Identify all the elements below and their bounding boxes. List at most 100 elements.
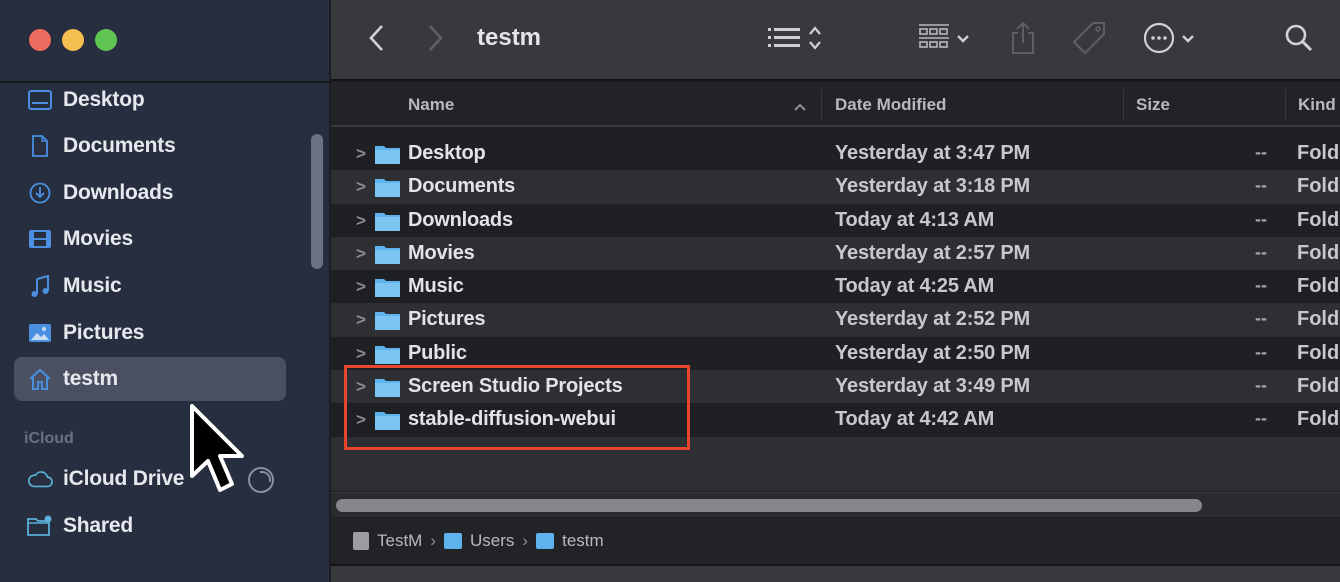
forward-button[interactable] [421,22,451,58]
folder-icon [536,533,555,549]
home-icon [27,367,53,391]
sidebar-item-documents[interactable]: Documents [14,124,286,168]
disclosure-chevron-icon[interactable]: > [356,310,366,330]
path-crumb-testm[interactable]: testm [536,531,604,551]
minimize-button[interactable] [62,29,84,51]
table-row[interactable]: > Movies Yesterday at 2:57 PM -- Fold [331,236,1340,271]
file-size: -- [1255,208,1267,229]
date-modified: Today at 4:25 AM [835,275,995,298]
column-divider[interactable] [1285,89,1286,121]
column-header-date-modified[interactable]: Date Modified [835,95,946,115]
music-note-icon [27,274,53,298]
file-size: -- [1255,308,1267,329]
disclosure-chevron-icon[interactable]: > [356,277,366,297]
sidebar-item-label: Music [63,274,122,297]
disclosure-chevron-icon[interactable]: > [356,344,366,364]
share-icon [1010,21,1036,60]
column-header-size[interactable]: Size [1136,95,1170,115]
path-bar: TestM › Users › testm [331,518,1340,564]
file-kind: Fold [1297,175,1340,198]
sidebar-item-shared[interactable]: Shared [14,504,286,548]
tag-button[interactable] [1067,18,1111,62]
sidebar-item-testm[interactable]: testm [14,357,286,401]
file-kind: Fold [1297,408,1340,431]
sidebar-section-icloud: iCloud [24,430,74,447]
date-modified: Yesterday at 3:49 PM [835,375,1030,398]
date-modified: Yesterday at 3:47 PM [835,142,1030,164]
sidebar-item-pictures[interactable]: Pictures [14,311,286,355]
table-row[interactable]: > Desktop Yesterday at 3:47 PM -- Fold [331,137,1340,171]
sidebar-item-desktop[interactable]: Desktop [14,78,286,122]
column-header-name[interactable]: Name [408,95,454,115]
table-row[interactable]: > Pictures Yesterday at 2:52 PM -- Fold [331,303,1340,337]
sidebar-item-label: Documents [63,134,176,157]
action-button[interactable] [1137,20,1201,60]
sidebar-scrollbar[interactable] [311,134,323,269]
file-size: -- [1255,341,1267,362]
photo-icon [27,321,53,345]
sidebar: Desktop Documents Downloads Movies Music [0,0,330,582]
column-divider[interactable] [1123,89,1124,121]
folder-icon [375,177,400,198]
folder-icon [375,244,400,264]
file-kind: Fold [1297,241,1340,264]
folder-icon [375,344,400,364]
file-name: Pictures [408,308,486,331]
table-row[interactable]: > Downloads Today at 4:13 AM -- Fold [331,203,1340,237]
sidebar-item-downloads[interactable]: Downloads [14,171,286,215]
disclosure-chevron-icon[interactable]: > [356,144,366,164]
horizontal-scrollbar-thumb[interactable] [336,499,1202,512]
horizontal-scrollbar[interactable] [331,492,1340,517]
date-modified: Yesterday at 2:57 PM [835,241,1030,264]
disclosure-chevron-icon[interactable]: > [356,211,366,231]
column-divider[interactable] [821,89,822,121]
column-header-kind[interactable]: Kind [1298,95,1336,115]
chevron-up-down-icon [808,25,822,56]
table-row[interactable]: > Documents Yesterday at 3:18 PM -- Fold [331,170,1340,204]
path-crumb-users[interactable]: Users [444,531,514,551]
forward-icon [428,24,444,57]
date-modified: Yesterday at 3:18 PM [835,175,1030,198]
group-icon [918,22,950,59]
sidebar-item-movies[interactable]: Movies [14,217,286,261]
file-kind: Fold [1297,275,1340,298]
share-button[interactable] [1005,20,1041,60]
group-button[interactable] [911,20,977,60]
file-kind: Fold [1297,375,1340,398]
window-controls [29,29,117,51]
folder-icon [444,533,463,549]
sidebar-item-label: Shared [63,514,133,537]
search-button[interactable] [1281,22,1317,58]
film-icon [27,227,53,251]
close-button[interactable] [29,29,51,51]
sidebar-item-label: iCloud Drive [63,467,185,490]
column-header: Name Date Modified Size Kind [331,83,1340,127]
window-title: testm [477,24,542,51]
finder-window: Desktop Documents Downloads Movies Music [0,0,1340,582]
download-icon [27,181,53,205]
view-mode-button[interactable] [763,22,827,58]
disclosure-chevron-icon[interactable]: > [356,177,366,197]
search-icon [1285,24,1313,57]
path-separator: › [522,531,529,550]
cloud-icon [27,467,53,491]
file-name: Desktop [408,142,486,164]
back-button[interactable] [361,22,391,58]
folder-icon [375,310,400,331]
disk-icon [353,532,369,550]
file-kind: Fold [1297,208,1340,231]
document-icon [27,134,53,158]
file-size: -- [1255,241,1267,262]
folder-icon [375,144,400,164]
more-icon [1143,22,1175,59]
table-row[interactable]: > Music Today at 4:25 AM -- Fold [331,270,1340,304]
zoom-button[interactable] [95,29,117,51]
file-name: Movies [408,241,475,264]
sidebar-item-music[interactable]: Music [14,264,286,308]
path-separator: › [430,531,437,550]
file-kind: Fold [1297,308,1340,331]
disclosure-chevron-icon[interactable]: > [356,244,366,264]
folder-icon [375,211,400,231]
date-modified: Yesterday at 2:50 PM [835,341,1030,364]
path-crumb-volume[interactable]: TestM [353,531,422,551]
